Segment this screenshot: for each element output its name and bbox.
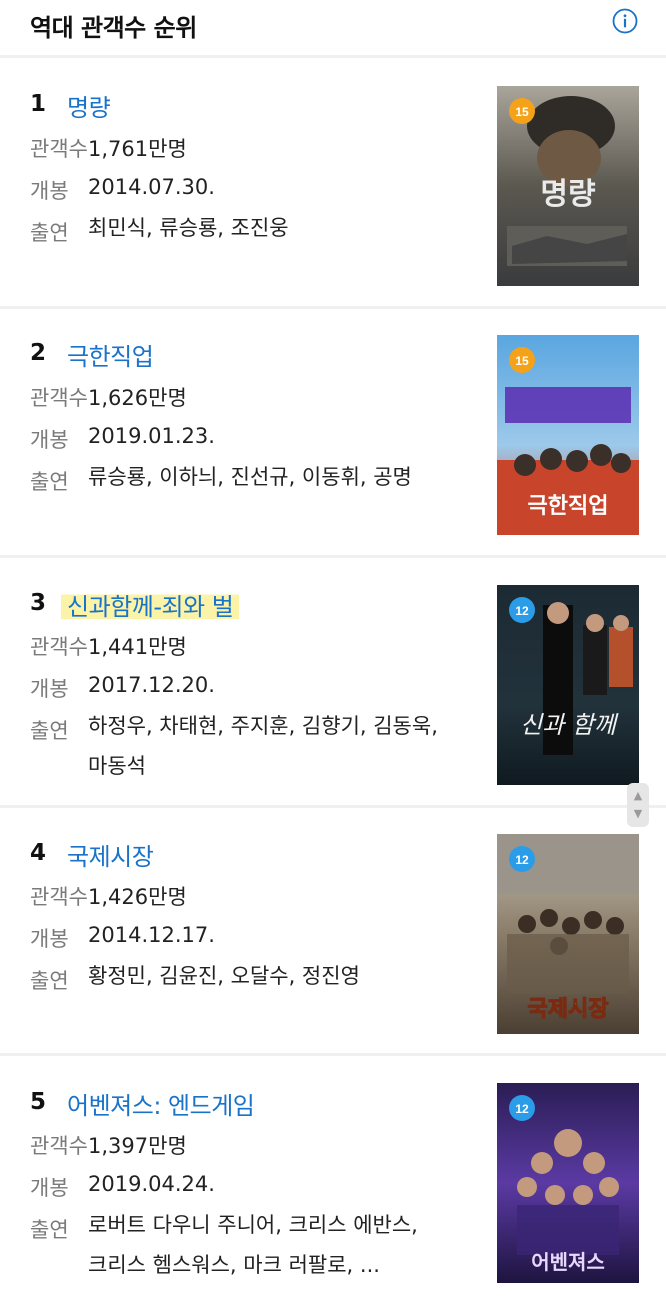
poster-title-text: 극한직업 [528, 494, 609, 519]
movie-title-link[interactable]: 어벤져스: 엔드게임 [67, 1086, 255, 1121]
movie-row-1: 1 명량 관객수 1,761만명 개봉 2014.07.30. 출연 최민식, … [0, 61, 666, 309]
rank-number: 2 [30, 340, 47, 366]
poster-title-text: 명량 [540, 177, 596, 212]
cast-label: 출연 [30, 221, 69, 245]
movie-poster[interactable]: 12 국제시장 [497, 834, 639, 1034]
rank-number: 3 [30, 590, 47, 616]
release-label: 개봉 [30, 428, 69, 452]
page-header: 역대 관객수 순위 [0, 0, 666, 58]
release-value: 2014.07.30. [88, 175, 215, 199]
rank-number: 1 [30, 91, 47, 117]
cast-value: 하정우, 차태현, 주지훈, 김향기, 김동욱, 마동석 [88, 714, 438, 778]
cast-label: 출연 [30, 969, 69, 993]
cast-value: 류승룡, 이하늬, 진선규, 이동휘, 공명 [88, 465, 412, 489]
audience-value: 1,426만명 [88, 885, 187, 909]
release-value: 2019.01.23. [88, 424, 215, 448]
movie-poster[interactable]: 15 명량 [497, 86, 639, 286]
audience-label: 관객수 [30, 1134, 88, 1158]
audience-value: 1,441만명 [88, 635, 187, 659]
release-label: 개봉 [30, 677, 69, 701]
rating-badge-text: 15 [515, 105, 529, 119]
audience-value: 1,397만명 [88, 1134, 187, 1158]
movie-row-4: 4 국제시장 관객수 1,426만명 개봉 2014.12.17. 출연 황정민… [0, 808, 666, 1056]
release-label: 개봉 [30, 179, 69, 203]
poster-title-text: 어벤져스 [531, 1250, 605, 1274]
rank-number: 5 [30, 1089, 47, 1115]
movie-poster[interactable]: 12 신과 함께 [497, 585, 639, 785]
cast-label: 출연 [30, 719, 69, 743]
movie-row-5: 5 어벤져스: 엔드게임 관객수 1,397만명 개봉 2019.04.24. … [0, 1057, 666, 1305]
cast-value: 로버트 다우니 주니어, 크리스 에반스, 크리스 헴스워스, 마크 러팔로, … [88, 1213, 418, 1277]
movie-title-link[interactable]: 명량 [67, 88, 111, 123]
chevron-down-icon: ▼ [633, 807, 643, 820]
movie-title-link[interactable]: 신과함께-죄와 벌 [61, 587, 240, 622]
chevron-up-icon: ▲ [633, 789, 643, 802]
page-title: 역대 관객수 순위 [30, 14, 197, 42]
rank-number: 4 [30, 840, 47, 866]
release-value: 2019.04.24. [88, 1172, 215, 1196]
release-value: 2014.12.17. [88, 923, 215, 947]
audience-value: 1,761만명 [88, 137, 187, 161]
audience-label: 관객수 [30, 635, 88, 659]
rating-badge-text: 15 [515, 354, 529, 368]
release-label: 개봉 [30, 927, 69, 951]
audience-label: 관객수 [30, 386, 88, 410]
rating-badge-text: 12 [515, 604, 529, 618]
poster-title-text: 국제시장 [528, 997, 609, 1022]
rating-badge-text: 12 [515, 853, 529, 867]
cast-value: 황정민, 김윤진, 오달수, 정진영 [88, 964, 360, 988]
poster-title-text: 신과 함께 [520, 711, 619, 739]
movie-row-3: 3 신과함께-죄와 벌 관객수 1,441만명 개봉 2017.12.20. 출… [0, 559, 666, 808]
cast-value: 최민식, 류승룡, 조진웅 [88, 216, 289, 240]
movie-row-2: 2 극한직업 관객수 1,626만명 개봉 2019.01.23. 출연 류승룡… [0, 310, 666, 558]
cast-label: 출연 [30, 1218, 69, 1242]
movie-poster[interactable]: 12 어벤져스 [497, 1083, 639, 1283]
audience-value: 1,626만명 [88, 386, 187, 410]
audience-label: 관객수 [30, 885, 88, 909]
movie-title-link[interactable]: 국제시장 [67, 837, 154, 872]
audience-label: 관객수 [30, 137, 88, 161]
movie-poster[interactable]: 15 극한직업 [497, 335, 639, 535]
movie-title-link[interactable]: 극한직업 [67, 337, 154, 372]
info-circle-icon[interactable] [612, 8, 638, 34]
release-value: 2017.12.20. [88, 673, 215, 697]
scroll-handle[interactable]: ▲ ▼ [627, 783, 649, 827]
rating-badge-text: 12 [515, 1102, 529, 1116]
release-label: 개봉 [30, 1176, 69, 1200]
cast-label: 출연 [30, 470, 69, 494]
